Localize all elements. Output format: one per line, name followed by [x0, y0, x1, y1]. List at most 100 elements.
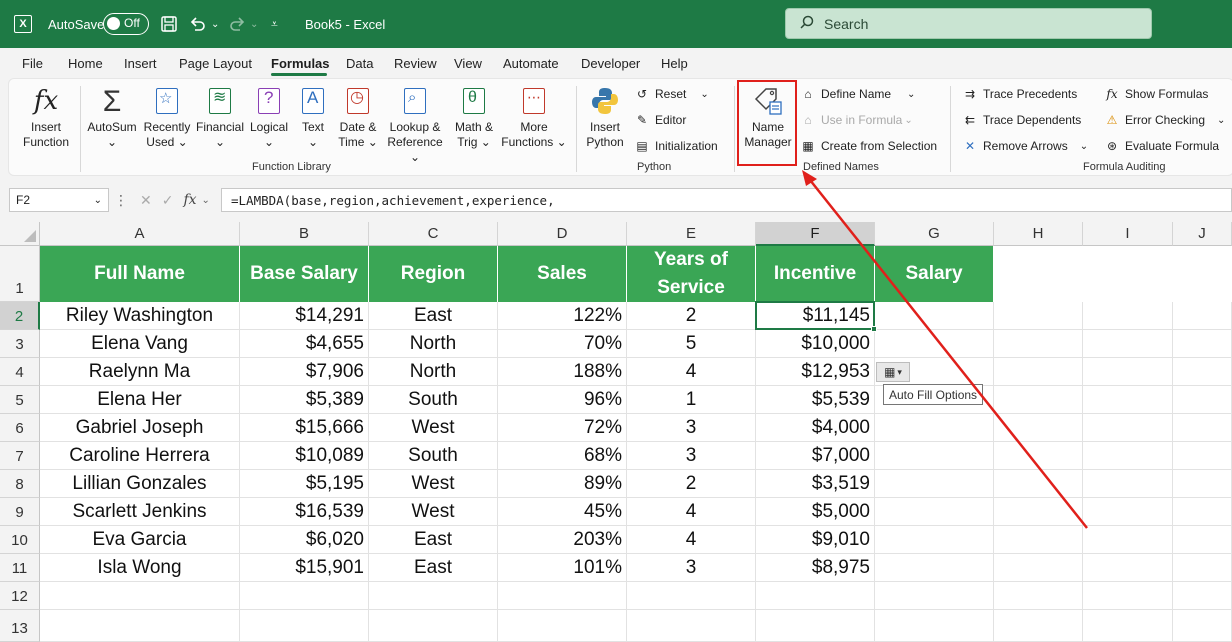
- row-header-12[interactable]: 12: [0, 582, 40, 610]
- cell-c3[interactable]: North: [369, 330, 498, 358]
- cell-d4[interactable]: 188%: [498, 358, 627, 386]
- cell-e4[interactable]: 4: [627, 358, 756, 386]
- row-header-4[interactable]: 4: [0, 358, 40, 386]
- cell-c4[interactable]: North: [369, 358, 498, 386]
- cell-f8[interactable]: $3,519: [756, 470, 875, 498]
- cell-a10[interactable]: Eva Garcia: [40, 526, 240, 554]
- cell-d7[interactable]: 68%: [498, 442, 627, 470]
- tab-insert[interactable]: Insert: [124, 56, 157, 71]
- cell-f11[interactable]: $8,975: [756, 554, 875, 582]
- tab-file[interactable]: File: [22, 56, 43, 71]
- financial-button[interactable]: ≋ Financial ⌄: [194, 84, 246, 150]
- cell-f7[interactable]: $7,000: [756, 442, 875, 470]
- tab-home[interactable]: Home: [68, 56, 103, 71]
- cell-g7[interactable]: [875, 442, 994, 470]
- cell-h5[interactable]: [994, 386, 1083, 414]
- cell-f2[interactable]: $11,145: [756, 302, 875, 330]
- search-box[interactable]: Search: [785, 8, 1152, 39]
- cell-e11[interactable]: 3: [627, 554, 756, 582]
- cell-g2[interactable]: [875, 302, 994, 330]
- initialization-button[interactable]: ▤ Initialization: [634, 136, 717, 156]
- cell-g10[interactable]: [875, 526, 994, 554]
- cell-a12[interactable]: [40, 582, 240, 610]
- show-formulas-button[interactable]: fx Show Formulas: [1104, 84, 1208, 104]
- cell-f6[interactable]: $4,000: [756, 414, 875, 442]
- row-header-2[interactable]: 2: [0, 302, 40, 330]
- cell-b13[interactable]: [240, 610, 369, 642]
- cell-d8[interactable]: 89%: [498, 470, 627, 498]
- column-header-i[interactable]: I: [1083, 222, 1173, 246]
- cell-f12[interactable]: [756, 582, 875, 610]
- cell-c11[interactable]: East: [369, 554, 498, 582]
- cell-a5[interactable]: Elena Her: [40, 386, 240, 414]
- row-header-11[interactable]: 11: [0, 554, 40, 582]
- remove-arrows-button[interactable]: ✕ Remove Arrows ⌄: [962, 136, 1088, 156]
- reset-button[interactable]: ↺ Reset ⌄: [634, 84, 709, 104]
- cell-b6[interactable]: $15,666: [240, 414, 369, 442]
- cell-b11[interactable]: $15,901: [240, 554, 369, 582]
- cell-h13[interactable]: [994, 610, 1083, 642]
- column-header-a[interactable]: A: [40, 222, 240, 246]
- header-cell-salary[interactable]: Salary: [875, 246, 994, 302]
- cell-a2[interactable]: Riley Washington: [40, 302, 240, 330]
- cell-a7[interactable]: Caroline Herrera: [40, 442, 240, 470]
- auto-fill-options-button[interactable]: ▦ ▾: [876, 362, 910, 382]
- column-header-f[interactable]: F: [756, 222, 875, 246]
- more-functions-button[interactable]: ⋯ More Functions ⌄: [500, 84, 568, 150]
- cell-h12[interactable]: [994, 582, 1083, 610]
- cell-b5[interactable]: $5,389: [240, 386, 369, 414]
- cell-e5[interactable]: 1: [627, 386, 756, 414]
- autosum-button[interactable]: Σ AutoSum ⌄: [84, 84, 140, 150]
- header-cell-sales[interactable]: Sales: [498, 246, 627, 302]
- cell-f13[interactable]: [756, 610, 875, 642]
- cell-d5[interactable]: 96%: [498, 386, 627, 414]
- insert-function-icon[interactable]: fx: [183, 192, 196, 208]
- cell-g3[interactable]: [875, 330, 994, 358]
- name-box[interactable]: F2 ⌄: [9, 188, 109, 212]
- cell-i4[interactable]: [1083, 358, 1173, 386]
- logical-button[interactable]: ? Logical ⌄: [248, 84, 290, 150]
- column-header-c[interactable]: C: [369, 222, 498, 246]
- cell-g12[interactable]: [875, 582, 994, 610]
- cell-i2[interactable]: [1083, 302, 1173, 330]
- cell-c2[interactable]: East: [369, 302, 498, 330]
- column-header-e[interactable]: E: [627, 222, 756, 246]
- cell-h8[interactable]: [994, 470, 1083, 498]
- row-header-9[interactable]: 9: [0, 498, 40, 526]
- cell-d6[interactable]: 72%: [498, 414, 627, 442]
- cell-j2[interactable]: [1173, 302, 1232, 330]
- customize-toolbar-icon[interactable]: ⩡: [271, 0, 278, 48]
- tab-help[interactable]: Help: [661, 56, 688, 71]
- cell-i10[interactable]: [1083, 526, 1173, 554]
- cell-d9[interactable]: 45%: [498, 498, 627, 526]
- cell-j13[interactable]: [1173, 610, 1232, 642]
- cell-j5[interactable]: [1173, 386, 1232, 414]
- cell-b2[interactable]: $14,291: [240, 302, 369, 330]
- row-header-8[interactable]: 8: [0, 470, 40, 498]
- cell-e3[interactable]: 5: [627, 330, 756, 358]
- math-trig-button[interactable]: θ Math & Trig ⌄: [450, 84, 498, 150]
- column-header-d[interactable]: D: [498, 222, 627, 246]
- cell-d12[interactable]: [498, 582, 627, 610]
- select-all-button[interactable]: [0, 222, 40, 246]
- cell-b8[interactable]: $5,195: [240, 470, 369, 498]
- tab-developer[interactable]: Developer: [581, 56, 640, 71]
- row-header-10[interactable]: 10: [0, 526, 40, 554]
- editor-button[interactable]: ✎ Editor: [634, 110, 686, 130]
- cell-b4[interactable]: $7,906: [240, 358, 369, 386]
- cell-c8[interactable]: West: [369, 470, 498, 498]
- cell-c5[interactable]: South: [369, 386, 498, 414]
- tab-view[interactable]: View: [454, 56, 482, 71]
- cell-j6[interactable]: [1173, 414, 1232, 442]
- row-header-3[interactable]: 3: [0, 330, 40, 358]
- cell-e2[interactable]: 2: [627, 302, 756, 330]
- enter-icon[interactable]: ✓: [162, 192, 174, 209]
- cell-a6[interactable]: Gabriel Joseph: [40, 414, 240, 442]
- cell-b7[interactable]: $10,089: [240, 442, 369, 470]
- use-in-formula-button[interactable]: ⌂ Use in Formula ⌄: [800, 110, 912, 130]
- cell-e6[interactable]: 3: [627, 414, 756, 442]
- column-header-b[interactable]: B: [240, 222, 369, 246]
- header-cell-region[interactable]: Region: [369, 246, 498, 302]
- cell-h10[interactable]: [994, 526, 1083, 554]
- cell-i5[interactable]: [1083, 386, 1173, 414]
